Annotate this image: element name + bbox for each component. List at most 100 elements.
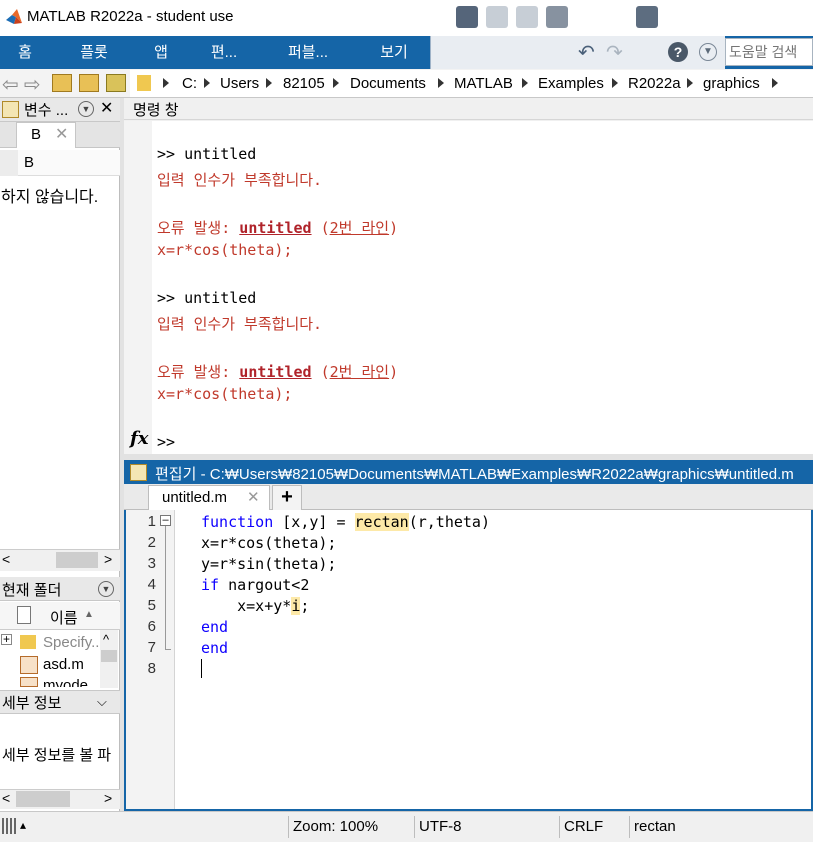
path-separator-icon [522,78,528,88]
tab-apps[interactable]: 앱 [138,36,184,69]
text-cursor [201,659,202,678]
command-gutter [124,121,152,454]
command-window-title: 명령 창 [133,102,179,119]
back-arrow-icon[interactable]: ⇦ [2,72,19,97]
code-text: x=x+y* [201,597,292,615]
line-number: 8 [147,660,156,677]
browse-folder-icon[interactable] [79,74,99,92]
close-icon[interactable]: ✕ [100,98,113,118]
name-column-header[interactable]: 이름 [50,607,78,628]
crumb-users[interactable]: Users [220,75,259,92]
code-keyword: if [201,576,220,594]
title-bar: MATLAB R2022a - student use [0,0,813,36]
folder-item[interactable]: Specify.. [43,634,99,651]
tab-view[interactable]: 보기 [364,36,424,69]
scroll-up-icon[interactable]: ^ [103,632,109,647]
zoom-status[interactable]: Zoom: 100% [288,816,414,838]
search-folder-icon[interactable] [106,74,126,92]
copy-icon[interactable] [516,6,538,28]
scroll-thumb[interactable] [16,791,70,807]
line-number: 4 [147,576,156,593]
add-tab-button[interactable]: + [272,485,302,510]
editor-title: 편집기 - C:₩Users₩82105₩Documents₩MATLAB₩Ex… [155,466,794,483]
tab-home[interactable]: 홈 [0,36,50,69]
encoding-status[interactable]: UTF-8 [414,816,559,838]
scroll-thumb[interactable] [56,552,98,568]
var-content: 하지 않습니다. [1,189,99,206]
command-prompt[interactable]: >> [157,433,175,451]
cut-icon[interactable] [486,6,508,28]
scroll-thumb[interactable] [101,650,117,662]
scroll-left-icon[interactable]: < [2,790,10,806]
error-line-link[interactable]: 2번 라인 [330,363,389,381]
crumb-r2022a[interactable]: R2022a [628,75,681,92]
error-open: ( [311,363,330,381]
editor-icon [130,464,147,481]
error-function-link[interactable]: untitled [239,363,311,381]
path-separator-icon [204,78,210,88]
error-code: x=r*cos(theta); [157,241,293,259]
error-line-link[interactable]: 2번 라인 [330,219,389,237]
fold-end [165,649,171,650]
scroll-right-icon[interactable]: > [104,790,112,806]
line-number: 6 [147,618,156,635]
crumb-documents[interactable]: Documents [350,75,426,92]
details-content: 세부 정보를 볼 파 [2,747,112,764]
close-tab-icon[interactable]: ✕ [55,124,68,144]
code-highlight: i [291,597,301,615]
chevron-down-icon[interactable]: ▼ [699,43,717,61]
current-folder-title: 현재 폴더 [2,582,62,599]
tab-editor[interactable]: 편... [196,36,252,69]
line-number: 1 [147,513,156,530]
paste-icon[interactable] [546,6,568,28]
error-message: 입력 인수가 부족합니다. [157,315,323,333]
close-tab-icon[interactable]: ✕ [247,488,260,506]
command-window-header [124,98,813,120]
error-close: ) [389,363,399,381]
chevron-down-icon[interactable]: ⌵ [97,694,107,710]
up-folder-icon[interactable] [52,74,72,92]
m-file-icon [20,677,38,687]
redo-icon[interactable]: ↷ [606,40,623,65]
help-search-input[interactable] [725,38,813,66]
expand-icon[interactable]: + [1,633,12,645]
switch-windows-icon[interactable] [636,6,658,28]
crumb-matlab[interactable]: MATLAB [454,75,513,92]
file-item[interactable]: myode... [43,677,101,687]
code-line: function [x,y] = rectan(r,theta) [201,513,490,531]
error-code: x=r*cos(theta); [157,385,293,403]
eol-status[interactable]: CRLF [559,816,629,838]
editor-tab-label: untitled.m [162,489,228,506]
details-title: 세부 정보 [2,695,62,712]
panel-menu-icon[interactable]: ▼ [78,101,94,117]
forward-arrow-icon[interactable]: ⇨ [24,72,41,97]
file-item[interactable]: asd.m [43,656,84,673]
panel-menu-icon[interactable]: ▼ [98,581,114,597]
crumb-graphics[interactable]: graphics [703,75,760,92]
error-close: ) [389,219,399,237]
var-header-row [0,150,120,176]
path-separator-icon [163,78,169,88]
undo-icon[interactable]: ↶ [578,40,595,65]
code-line: x=r*cos(theta); [201,534,337,552]
crumb-examples[interactable]: Examples [538,75,604,92]
crumb-c[interactable]: C: [182,75,197,92]
window-title: MATLAB R2022a - student use [27,8,234,25]
path-separator-icon [266,78,272,88]
error-location: 오류 발생: untitled (2번 라인) [157,217,398,238]
fx-icon[interactable]: fx [130,428,148,449]
status-menu-icon[interactable]: ▴ [20,818,26,832]
crumb-82105[interactable]: 82105 [283,75,325,92]
sort-ascending-icon[interactable]: ▲ [84,609,94,620]
fold-collapse-icon[interactable]: – [160,515,171,526]
scroll-right-icon[interactable]: > [104,551,112,567]
error-prefix: 오류 발생: [157,219,240,237]
scroll-left-icon[interactable]: < [2,551,10,567]
tab-publish[interactable]: 퍼블... [272,36,344,69]
save-icon[interactable] [456,6,478,28]
line-number: 3 [147,555,156,572]
help-icon[interactable]: ? [668,42,688,62]
error-function-link[interactable]: untitled [239,219,311,237]
tab-plots[interactable]: 플롯 [62,36,126,69]
code-text: nargout<2 [219,576,310,594]
